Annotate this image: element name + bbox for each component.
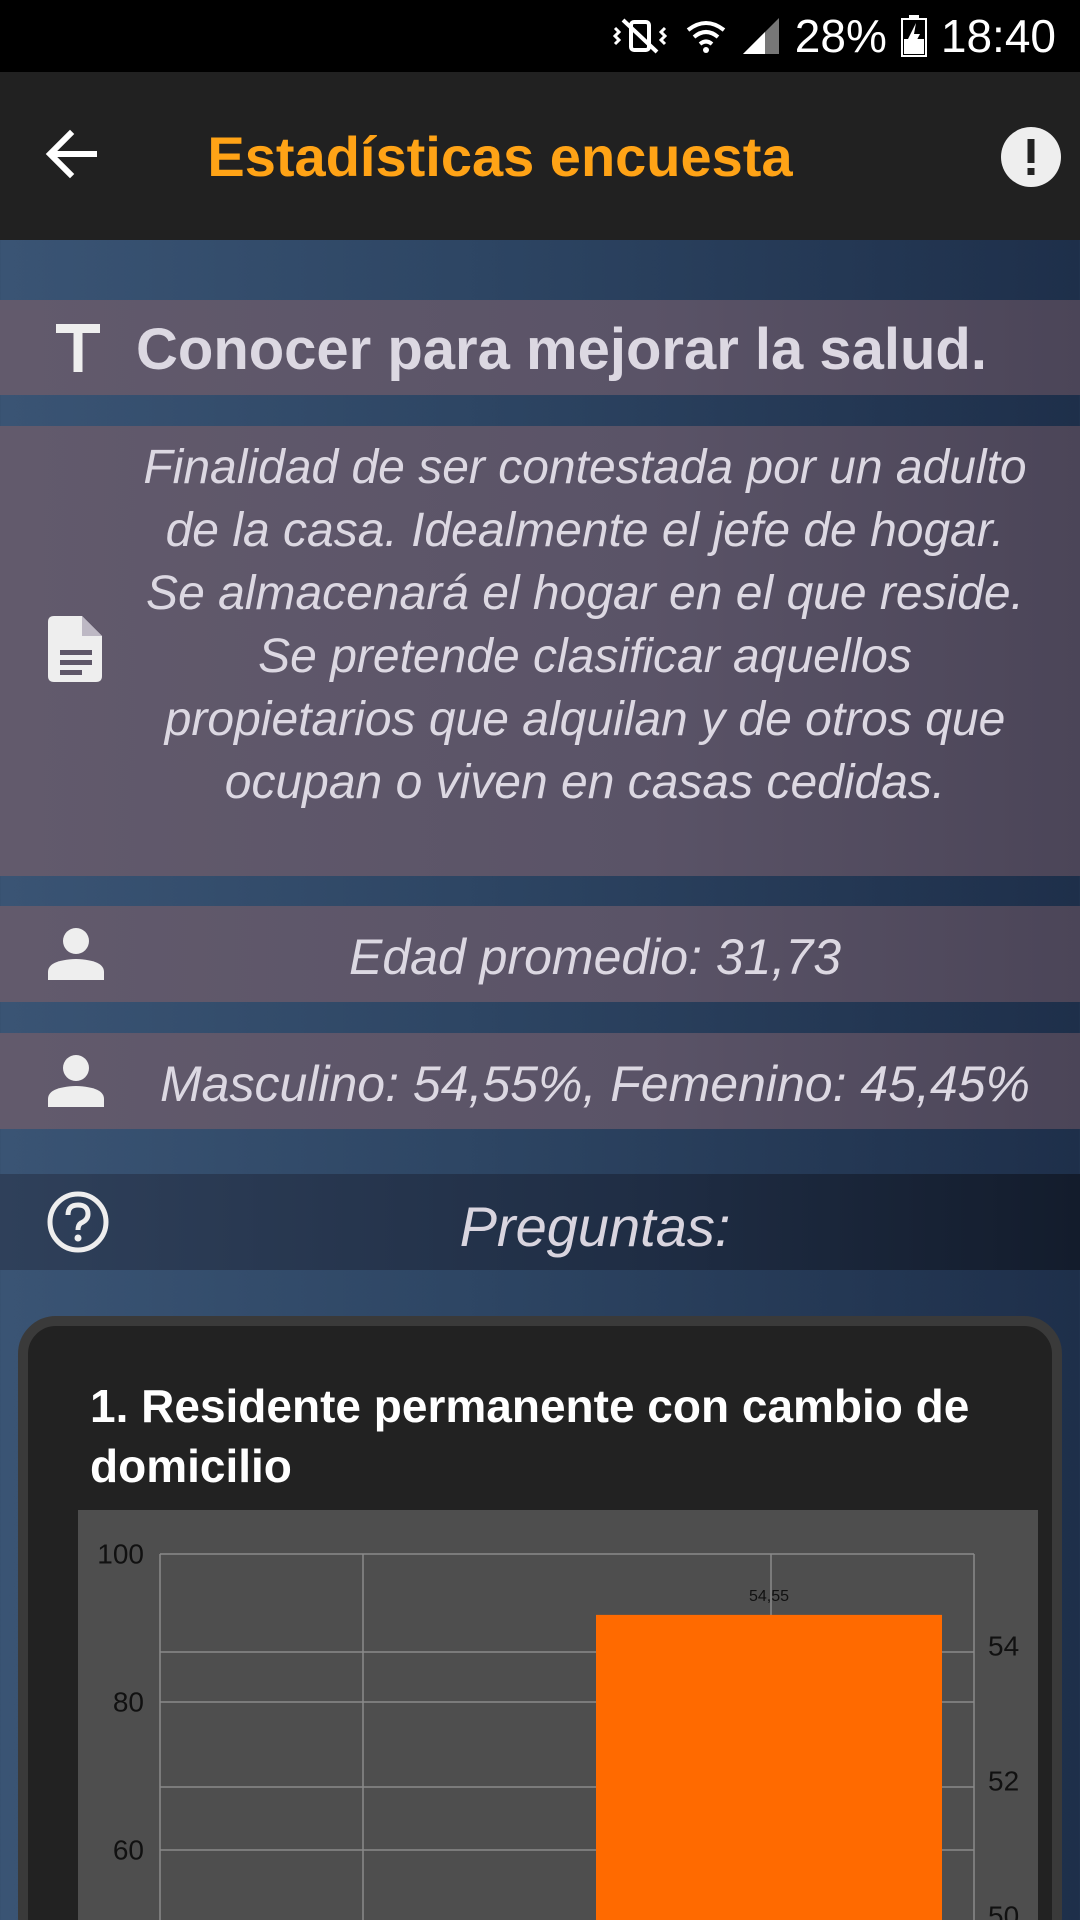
right-axis-tick-label: 52	[988, 1765, 1019, 1796]
bar-value-label: 54,55	[749, 1588, 789, 1605]
questions-header: Preguntas:	[0, 1174, 1080, 1270]
survey-description-row: Finalidad de ser contestada por un adult…	[0, 426, 1080, 876]
question-chart: 100 80 60 54 52 50 54,55	[78, 1510, 1038, 1920]
mute-vibrate-icon	[612, 18, 667, 54]
average-age: Edad promedio: 31,73	[348, 929, 842, 985]
text-format-icon	[56, 324, 100, 372]
gender-distribution-row: Masculino: 54,55%, Femenino: 45,45%	[0, 1033, 1080, 1129]
right-axis-tick-label: 54	[988, 1630, 1019, 1661]
battery-percent: 28%	[794, 10, 887, 62]
info-button[interactable]	[1000, 126, 1062, 188]
right-axis-tick-label: 50	[988, 1900, 1019, 1920]
average-age-row: Edad promedio: 31,73	[0, 906, 1080, 1002]
app-bar: Estadísticas encuesta	[0, 72, 1080, 240]
survey-description: Finalidad de ser contestada por un adult…	[143, 441, 1027, 809]
left-axis-tick-label: 80	[113, 1686, 144, 1717]
chart-bar	[596, 1614, 942, 1920]
bar-chart: 100 80 60 54 52 50 54,55	[97, 1538, 1019, 1920]
person-icon	[48, 928, 104, 980]
clock: 18:40	[940, 10, 1056, 62]
help-circle-icon	[47, 1191, 109, 1253]
signal-icon	[742, 18, 779, 54]
page-title: Estadísticas encuesta	[207, 125, 793, 188]
person-icon	[48, 1055, 104, 1107]
questions-label: Preguntas:	[459, 1195, 731, 1258]
question-title: 1. Residente permanente con cambio de do…	[90, 1380, 970, 1492]
left-axis-tick-label: 100	[97, 1538, 144, 1569]
survey-title-row: Conocer para mejorar la salud.	[0, 300, 1080, 395]
document-icon	[48, 616, 102, 682]
left-axis-tick-label: 60	[113, 1834, 144, 1865]
question-card[interactable]: 1. Residente permanente con cambio de do…	[18, 1316, 1062, 1920]
battery-charging-icon	[900, 15, 927, 57]
wifi-icon	[686, 21, 726, 53]
alert-circle-icon	[1001, 127, 1061, 187]
survey-title: Conocer para mejorar la salud.	[136, 317, 987, 382]
gender-distribution: Masculino: 54,55%, Femenino: 45,45%	[160, 1056, 1030, 1112]
status-bar: 28% 18:40	[0, 0, 1080, 72]
